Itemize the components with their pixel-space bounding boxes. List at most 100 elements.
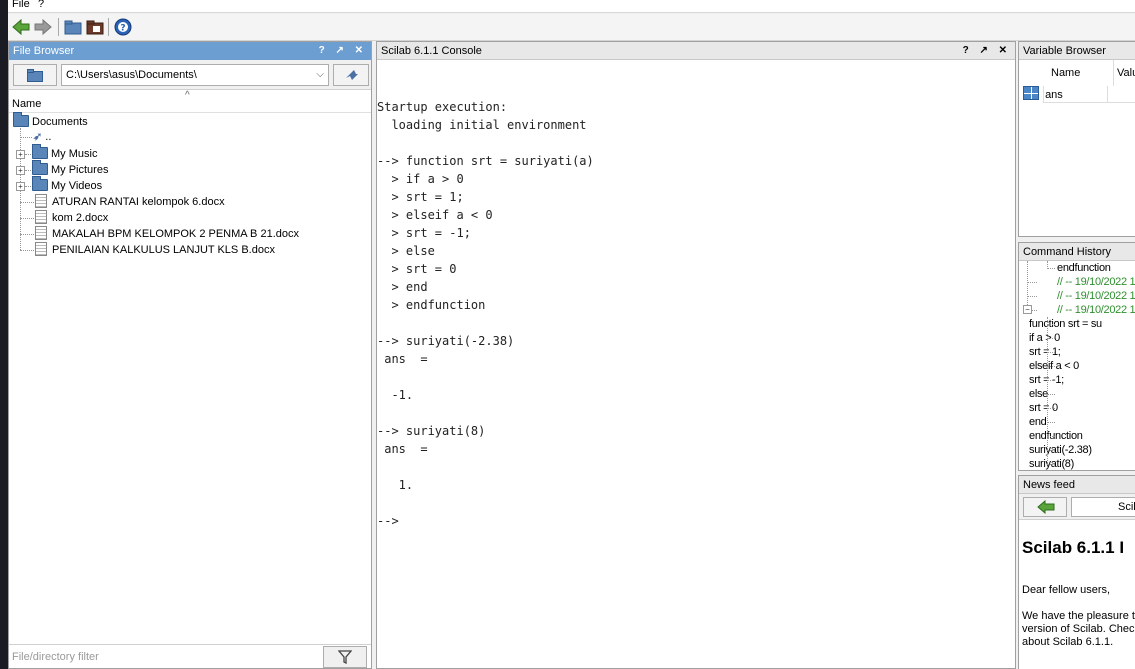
tree-connector: [1047, 422, 1055, 423]
back-arrow-icon: [1037, 500, 1055, 514]
console-line: ans =: [377, 442, 428, 456]
history-entry[interactable]: function srt = su: [1029, 317, 1102, 331]
go-up-button[interactable]: [333, 64, 369, 86]
chevron-down-icon[interactable]: ⌵: [316, 65, 324, 85]
grid-line: [1107, 86, 1108, 102]
history-session[interactable]: // -- 19/10/2022 10:: [1057, 289, 1135, 303]
command-history-panel: Command History endfunction// -- 19/10/2…: [1018, 242, 1135, 471]
folder-icon: [32, 176, 48, 191]
history-entry[interactable]: end: [1029, 415, 1047, 429]
menu-help[interactable]: ?: [38, 0, 44, 10]
tree-folder-my-videos[interactable]: My Videos: [32, 176, 103, 194]
variable-browser-panel: Variable Browser Name Valu ans: [1018, 41, 1135, 237]
console-line: > srt = 0: [377, 262, 457, 276]
tree-folder-my-pictures[interactable]: My Pictures: [32, 160, 108, 178]
tree-file[interactable]: PENILAIAN KALKULUS LANJUT KLS B.docx: [35, 242, 275, 258]
collapse-toggle[interactable]: −: [1023, 305, 1032, 314]
tree-connector: [25, 170, 31, 171]
variable-browser-title: Variable Browser: [1019, 42, 1135, 60]
back-arrow-icon[interactable]: [12, 18, 30, 36]
expand-toggle[interactable]: +: [16, 150, 25, 159]
tree-folder-my-music[interactable]: My Music: [32, 144, 97, 162]
browse-folder-button[interactable]: [13, 64, 57, 86]
history-entry[interactable]: srt = 1;: [1029, 345, 1061, 359]
help-icon[interactable]: ?: [114, 18, 132, 36]
console-output[interactable]: Startup execution: loading initial envir…: [377, 60, 1015, 668]
news-back-button[interactable]: [1023, 497, 1067, 517]
toolbar-separator: [58, 18, 59, 36]
tree-connector: [1047, 338, 1055, 339]
name-column-header[interactable]: Name ^: [9, 90, 371, 113]
scilab-window: File ? ? File Browser ? ↗ ✕ C:\Users\asu…: [0, 0, 1135, 669]
tree-item-parent[interactable]: ➶ ..: [33, 129, 51, 145]
console-line: --> function srt = suriyati(a): [377, 154, 594, 168]
tree-connector: [1027, 296, 1037, 297]
variable-name: ans: [1045, 89, 1063, 101]
panel-window-buttons[interactable]: ? ↗ ✕: [319, 42, 367, 60]
file-filter-input[interactable]: File/directory filter: [9, 647, 319, 667]
panel-title-text: News feed: [1023, 479, 1075, 491]
tree-connector: [1047, 408, 1055, 409]
tree-connector: [1047, 394, 1055, 395]
col-value-header[interactable]: Valu: [1113, 60, 1135, 86]
console-line: > elseif a < 0: [377, 208, 493, 222]
news-feed-panel: News feed Scilab Scilab 6.1.1 I Dear fel…: [1018, 475, 1135, 669]
forward-arrow-icon[interactable]: [34, 18, 52, 36]
folder-open-icon[interactable]: [64, 18, 82, 36]
news-feed-title: News feed: [1019, 476, 1135, 494]
tree-connector: [1047, 464, 1055, 465]
filter-icon[interactable]: [323, 646, 367, 668]
history-entry[interactable]: endfunction: [1029, 429, 1083, 443]
file-browser-title: File Browser ? ↗ ✕: [9, 42, 371, 60]
news-address[interactable]: Scilab: [1071, 497, 1135, 517]
tree-label: My Videos: [51, 180, 103, 192]
file-tree: Documents ➶ .. + My Music + My Pictures …: [9, 112, 371, 640]
history-entry[interactable]: suriyati(-2.38): [1029, 443, 1092, 457]
panel-window-buttons[interactable]: ? ↗ ✕: [963, 42, 1011, 60]
tree-file[interactable]: MAKALAH BPM KELOMPOK 2 PENMA B 21.docx: [35, 226, 299, 242]
sort-ascending-icon: ^: [185, 90, 190, 101]
up-arrow-icon: [346, 70, 358, 80]
console-panel: Scilab 6.1.1 Console ? ↗ ✕ Startup execu…: [376, 41, 1016, 669]
tree-connector: [1047, 352, 1055, 353]
news-line: about Scilab 6.1.1.: [1022, 636, 1114, 648]
tree-label: ATURAN RANTAI kelompok 6.docx: [52, 196, 225, 208]
tree-label: ..: [45, 131, 52, 143]
svg-text:?: ?: [120, 24, 125, 34]
tree-connector: [1047, 366, 1055, 367]
history-entry[interactable]: endfunction: [1057, 261, 1111, 275]
tree-connector: [20, 250, 34, 251]
variable-row[interactable]: ans: [1023, 86, 1135, 102]
file-browser-icon[interactable]: [86, 18, 104, 36]
history-session[interactable]: // -- 19/10/2022 10:: [1057, 303, 1135, 317]
menu-file[interactable]: File: [12, 0, 30, 10]
news-greeting: Dear fellow users,: [1022, 584, 1111, 596]
console-line: > endfunction: [377, 298, 486, 312]
tree-root-documents[interactable]: Documents: [13, 112, 88, 130]
document-icon: [35, 210, 47, 224]
tree-file[interactable]: kom 2.docx: [35, 210, 108, 226]
tree-connector: [1047, 380, 1055, 381]
tree-connector: [1027, 282, 1037, 283]
console-line: > if a > 0: [377, 172, 464, 186]
folder-icon: [13, 112, 29, 127]
col-name-header[interactable]: Name: [1051, 60, 1080, 86]
toolbar: ?: [8, 14, 1135, 41]
history-entry[interactable]: else: [1029, 387, 1048, 401]
tree-connector: [25, 154, 31, 155]
history-session[interactable]: // -- 19/10/2022 10:: [1057, 275, 1135, 289]
path-combo[interactable]: C:\Users\asus\Documents\ ⌵: [61, 64, 329, 86]
tree-file[interactable]: ATURAN RANTAI kelompok 6.docx: [35, 194, 225, 210]
up-arrow-icon: ➶: [33, 131, 43, 143]
expand-toggle[interactable]: +: [16, 182, 25, 191]
console-line: Startup execution:: [377, 100, 508, 114]
panel-title-text: Variable Browser: [1023, 45, 1106, 57]
tree-connector: [1047, 268, 1055, 269]
toolbar-separator: [108, 18, 109, 36]
expand-toggle[interactable]: +: [16, 166, 25, 175]
document-icon: [35, 194, 47, 208]
history-entry[interactable]: if a > 0: [1029, 331, 1060, 345]
console-line: > else: [377, 244, 435, 258]
